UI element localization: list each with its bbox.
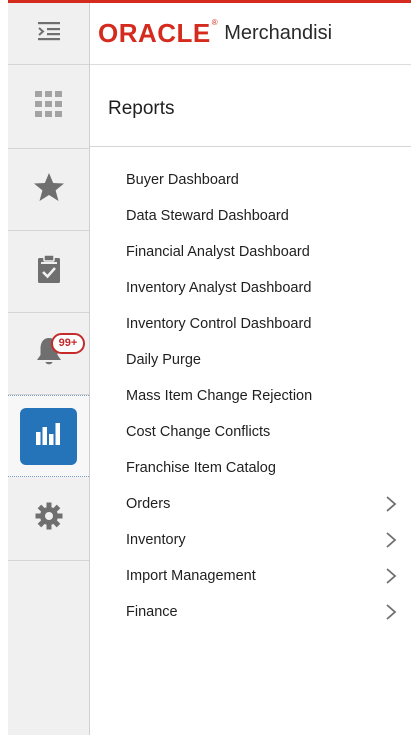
report-item-inventory[interactable]: Inventory bbox=[90, 522, 411, 558]
report-item-finance[interactable]: Finance bbox=[90, 594, 411, 630]
star-icon bbox=[33, 172, 65, 207]
sidebar-item-apps[interactable] bbox=[8, 65, 89, 149]
report-item-cost-change-conflicts[interactable]: Cost Change Conflicts bbox=[90, 414, 411, 450]
clipboard-check-icon bbox=[37, 254, 61, 289]
report-item-mass-item-change-rejection[interactable]: Mass Item Change Rejection bbox=[90, 378, 411, 414]
sidebar: 99+ bbox=[8, 3, 90, 735]
report-item-import-management[interactable]: Import Management bbox=[90, 558, 411, 594]
sidebar-item-favorites[interactable] bbox=[8, 149, 89, 231]
product-name: Merchandisi bbox=[224, 22, 333, 44]
sidebar-item-reports[interactable] bbox=[8, 395, 89, 477]
report-item-inventory-analyst-dashboard[interactable]: Inventory Analyst Dashboard bbox=[90, 270, 411, 306]
oracle-logo[interactable]: ORACLE® bbox=[98, 18, 218, 49]
chevron-right-icon bbox=[386, 604, 397, 620]
report-item-inventory-control-dashboard[interactable]: Inventory Control Dashboard bbox=[90, 306, 411, 342]
chevron-right-icon bbox=[386, 496, 397, 512]
chevron-right-icon bbox=[386, 568, 397, 584]
report-item-buyer-dashboard[interactable]: Buyer Dashboard bbox=[90, 162, 411, 198]
bar-chart-icon bbox=[35, 422, 63, 451]
notification-count-badge: 99+ bbox=[51, 333, 85, 354]
report-item-data-steward-dashboard[interactable]: Data Steward Dashboard bbox=[90, 198, 411, 234]
sidebar-item-tasks[interactable] bbox=[8, 231, 89, 313]
menu-indent-icon bbox=[36, 20, 62, 47]
reports-active-tile bbox=[20, 407, 77, 465]
report-item-franchise-item-catalog[interactable]: Franchise Item Catalog bbox=[90, 450, 411, 486]
apps-grid-icon bbox=[34, 90, 64, 123]
window-edge bbox=[0, 0, 8, 735]
sidebar-item-settings[interactable] bbox=[8, 477, 89, 561]
app-header: ORACLE® Merchandisi bbox=[90, 3, 411, 65]
report-item-orders[interactable]: Orders bbox=[90, 486, 411, 522]
report-item-financial-analyst-dashboard[interactable]: Financial Analyst Dashboard bbox=[90, 234, 411, 270]
report-item-daily-purge[interactable]: Daily Purge bbox=[90, 342, 411, 378]
page-title: Reports bbox=[108, 98, 175, 119]
report-list: Buyer Dashboard Data Steward Dashboard F… bbox=[90, 162, 411, 630]
sidebar-menu-toggle[interactable] bbox=[8, 3, 89, 65]
chevron-right-icon bbox=[386, 532, 397, 548]
title-divider bbox=[90, 146, 411, 147]
sidebar-item-notifications[interactable]: 99+ bbox=[8, 313, 89, 395]
gear-icon bbox=[34, 501, 64, 536]
